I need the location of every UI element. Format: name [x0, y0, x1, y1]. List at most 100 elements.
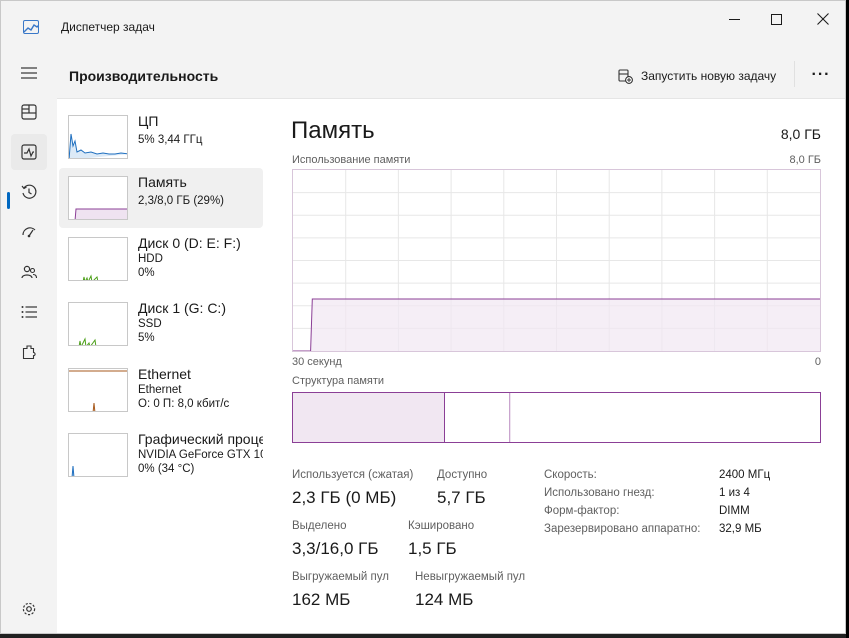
users-icon	[21, 265, 37, 279]
resource-subtitle: HDD	[138, 253, 163, 265]
resource-memory[interactable]: Память 2,3/8,0 ГБ (29%)	[59, 168, 263, 228]
title-bar[interactable]: Диспетчер задач	[1, 1, 845, 49]
nav-processes[interactable]	[11, 94, 47, 130]
resource-title: Диск 1 (G: C:)	[138, 300, 226, 316]
nav-settings[interactable]	[11, 591, 47, 627]
app-history-icon	[21, 184, 37, 199]
close-icon	[817, 13, 829, 25]
memory-structure-bar	[292, 392, 821, 443]
panel-title: Память	[291, 117, 375, 144]
more-options-button[interactable]: ···	[809, 66, 833, 84]
resource-cpu[interactable]: ЦП 5% 3,44 ГГц	[59, 107, 263, 167]
maximize-icon	[770, 13, 782, 25]
disk1-thumbnail	[68, 302, 128, 346]
run-new-task-button[interactable]: Запустить новую задачу	[618, 66, 776, 86]
menu-icon	[21, 67, 37, 79]
memory-usage-chart	[292, 169, 821, 352]
nav-users[interactable]	[11, 254, 47, 290]
resource-disk-0[interactable]: Диск 0 (D: E: F:) HDD 0%	[59, 229, 263, 289]
page-header: Производительность Запустить новую задач…	[57, 49, 845, 99]
hardware-reserved-value: 32,9 МБ	[719, 523, 762, 535]
resource-usage: О: 0 П: 8,0 кбит/с	[138, 398, 230, 410]
slots-label: Использовано гнезд:	[544, 487, 655, 499]
form-factor-label: Форм-фактор:	[544, 505, 620, 517]
nav-services[interactable]	[11, 334, 47, 370]
gpu-thumbnail	[68, 433, 128, 477]
cached-value: 1,5 ГБ	[408, 539, 457, 558]
committed-label: Выделено	[292, 520, 347, 532]
resource-title: ЦП	[138, 113, 159, 129]
resource-ethernet[interactable]: Ethernet Ethernet О: 0 П: 8,0 кбит/с	[59, 360, 263, 420]
startup-apps-icon	[22, 227, 36, 238]
details-icon	[21, 306, 37, 318]
nonpaged-pool-value: 124 МБ	[415, 590, 474, 609]
time-axis-start: 30 секунд	[292, 356, 342, 368]
minimize-button[interactable]	[711, 1, 757, 37]
nav-details[interactable]	[11, 294, 47, 330]
nav-app-history[interactable]	[11, 174, 47, 210]
resource-subtitle: 5% 3,44 ГГц	[138, 134, 203, 146]
available-value: 5,7 ГБ	[437, 488, 486, 507]
memory-usage-plot	[293, 170, 820, 352]
navigation-bar	[1, 49, 57, 633]
form-factor-value: DIMM	[719, 505, 750, 517]
memory-usage-area	[293, 299, 820, 351]
run-new-task-label: Запустить новую задачу	[641, 69, 777, 83]
speed-label: Скорость:	[544, 469, 597, 481]
resource-title: Графический процессор 0	[138, 431, 263, 447]
paged-pool-value: 162 МБ	[292, 590, 351, 609]
in-use-value: 2,3 ГБ (0 МБ)	[292, 488, 397, 507]
cached-label: Кэшировано	[408, 520, 475, 532]
resource-title: Ethernet	[138, 366, 191, 382]
close-button[interactable]	[800, 1, 845, 37]
committed-value: 3,3/16,0 ГБ	[292, 539, 379, 558]
resource-usage: 0% (34 °C)	[138, 463, 195, 475]
usage-chart-max: 8,0 ГБ	[789, 154, 821, 166]
task-manager-window: Диспетчер задач Производительность Запус…	[0, 0, 846, 634]
performance-icon	[21, 144, 37, 160]
ethernet-thumbnail	[68, 368, 128, 412]
nav-performance[interactable]	[11, 134, 47, 170]
resource-subtitle: NVIDIA GeForce GTX 1050	[138, 449, 263, 461]
total-memory: 8,0 ГБ	[780, 126, 821, 142]
nonpaged-pool-label: Невыгружаемый пул	[415, 571, 526, 583]
page-title: Производительность	[69, 68, 219, 84]
disk0-thumbnail	[68, 237, 128, 281]
usage-chart-label: Использование памяти	[292, 154, 411, 166]
resource-usage: 5%	[138, 332, 155, 344]
maximize-button[interactable]	[753, 1, 799, 37]
slots-value: 1 из 4	[719, 487, 750, 499]
services-icon	[22, 345, 36, 360]
memory-panel: Память 8,0 ГБ Использование памяти 8,0 Г…	[291, 99, 845, 633]
resource-usage: 0%	[138, 267, 155, 279]
resource-subtitle: SSD	[138, 318, 162, 330]
memory-structure-plot	[293, 393, 511, 442]
new-task-icon	[618, 68, 633, 84]
content-area: ЦП 5% 3,44 ГГц Память 2,3/8,0 ГБ (29%) Д…	[57, 99, 845, 633]
settings-icon	[22, 602, 36, 616]
nav-startup-apps[interactable]	[11, 214, 47, 250]
active-nav-indicator	[7, 192, 10, 209]
app-title: Диспетчер задач	[61, 20, 155, 34]
task-manager-app-icon	[23, 20, 39, 34]
processes-icon	[21, 104, 37, 120]
resource-disk-1[interactable]: Диск 1 (G: C:) SSD 5%	[59, 294, 263, 354]
speed-value: 2400 МГц	[719, 469, 771, 481]
resource-subtitle: Ethernet	[138, 384, 182, 396]
resource-subtitle: 2,3/8,0 ГБ (29%)	[138, 195, 225, 207]
resource-title: Память	[138, 174, 187, 190]
resource-title: Диск 0 (D: E: F:)	[138, 235, 241, 251]
paged-pool-label: Выгружаемый пул	[292, 571, 389, 583]
in-use-label: Используется (сжатая)	[292, 469, 414, 481]
hamburger-menu-button[interactable]	[11, 55, 47, 91]
resource-gpu[interactable]: Графический процессор 0 NVIDIA GeForce G…	[59, 425, 263, 485]
available-label: Доступно	[437, 469, 488, 481]
cpu-thumbnail	[68, 115, 128, 159]
hardware-reserved-label: Зарезервировано аппаратно:	[544, 523, 701, 535]
structure-label: Структура памяти	[292, 375, 385, 387]
minimize-icon	[728, 18, 740, 20]
memory-thumbnail	[68, 176, 128, 220]
header-divider	[794, 61, 795, 87]
time-axis-end: 0	[814, 356, 821, 368]
structure-in-use-segment	[293, 393, 445, 442]
